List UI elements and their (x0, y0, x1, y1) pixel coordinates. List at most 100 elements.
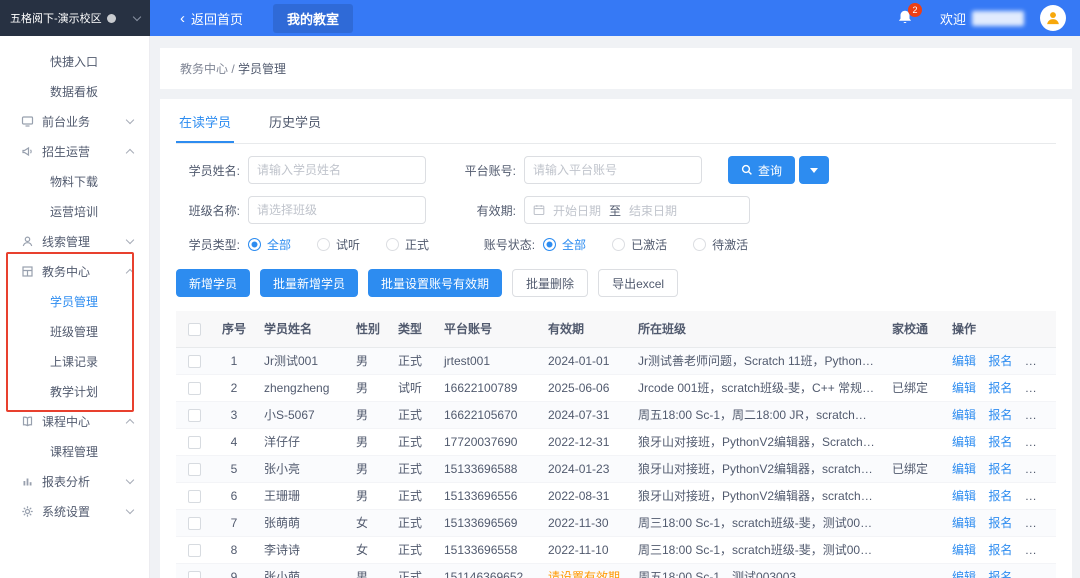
radio-option[interactable]: 已激活 (612, 236, 667, 253)
edit-link[interactable]: 编辑 (952, 489, 976, 503)
row-checkbox[interactable] (188, 544, 201, 557)
header-home-school: 家校通 (884, 311, 944, 347)
row-checkbox[interactable] (188, 571, 201, 578)
radio-option[interactable]: 正式 (386, 236, 429, 253)
more-link[interactable]: 更多 (1025, 408, 1056, 422)
avatar[interactable] (1040, 5, 1066, 31)
student-name-label: 学员姓名: (176, 162, 240, 179)
row-checkbox[interactable] (188, 409, 201, 422)
cell-operations: 编辑 报名 更多 (944, 536, 1056, 563)
sidebar-item-report-analysis[interactable]: 报表分析 (0, 466, 149, 496)
row-checkbox[interactable] (188, 517, 201, 530)
cell-classes: 狼牙山对接班，PythonV2编辑器，scratch班级-斐，Jrcode 鲸鱼… (630, 482, 884, 509)
radio-option[interactable]: 试听 (317, 236, 360, 253)
row-checkbox[interactable] (188, 463, 201, 476)
school-selector-dropdown[interactable]: 五格阅下-演示校区 (0, 0, 150, 36)
edit-link[interactable]: 编辑 (952, 435, 976, 449)
sidebar-item-system-settings[interactable]: 系统设置 (0, 496, 149, 526)
sidebar-item-label: 上课记录 (50, 353, 98, 370)
edit-link[interactable]: 编辑 (952, 354, 976, 368)
enroll-link[interactable]: 报名 (988, 462, 1012, 476)
more-link[interactable]: 更多 (1025, 543, 1056, 557)
tab-item[interactable]: 历史学员 (266, 99, 324, 143)
more-link[interactable]: 更多 (1025, 570, 1056, 578)
select-all-checkbox[interactable] (188, 323, 201, 336)
sidebar-item-academic-center[interactable]: 教务中心 (0, 256, 149, 286)
row-checkbox[interactable] (188, 382, 201, 395)
action-button[interactable]: 批量设置账号有效期 (368, 269, 502, 297)
cell-index: 6 (212, 482, 256, 509)
enroll-link[interactable]: 报名 (988, 489, 1012, 503)
enroll-link[interactable]: 报名 (988, 570, 1012, 578)
gear-icon (20, 504, 34, 518)
school-badge-icon (107, 14, 116, 23)
sidebar-item-label: 前台业务 (42, 113, 90, 130)
enroll-link[interactable]: 报名 (988, 543, 1012, 557)
radio-option[interactable]: 全部 (248, 236, 291, 253)
edit-link[interactable]: 编辑 (952, 408, 976, 422)
edit-link[interactable]: 编辑 (952, 570, 976, 578)
table-row: 1 Jr测试001 男 正式 jrtest001 2024-01-01 Jr测试… (176, 347, 1056, 374)
sidebar-item-label: 招生运营 (42, 143, 90, 160)
sidebar-item-class-management[interactable]: 班级管理 (0, 316, 149, 346)
validity-date-range-picker[interactable]: 开始日期 至 结束日期 (524, 196, 750, 224)
more-link[interactable]: 更多 (1025, 489, 1056, 503)
edit-link[interactable]: 编辑 (952, 516, 976, 530)
back-arrow-icon: ‹ (180, 11, 185, 26)
more-link[interactable]: 更多 (1025, 435, 1056, 449)
row-checkbox[interactable] (188, 490, 201, 503)
tab-item[interactable]: 在读学员 (176, 99, 234, 143)
table-row: 7 张萌萌 女 正式 15133696569 2022-11-30 周三18:0… (176, 509, 1056, 536)
table-row: 3 小S-5067 男 正式 16622105670 2024-07-31 周五… (176, 401, 1056, 428)
search-button[interactable]: 查询 (728, 156, 795, 184)
sidebar-item-admissions[interactable]: 招生运营 (0, 136, 149, 166)
search-dropdown-button[interactable] (799, 156, 829, 184)
edit-link[interactable]: 编辑 (952, 543, 976, 557)
more-label: 更多 (1025, 462, 1049, 476)
radio-option[interactable]: 全部 (543, 236, 586, 253)
more-link[interactable]: 更多 (1025, 516, 1056, 530)
cell-validity: 2024-01-23 (540, 455, 630, 482)
action-button[interactable]: 新增学员 (176, 269, 250, 297)
enroll-link[interactable]: 报名 (988, 354, 1012, 368)
action-button[interactable]: 批量新增学员 (260, 269, 358, 297)
sidebar-item-teaching-plan[interactable]: 教学计划 (0, 376, 149, 406)
header-type: 类型 (390, 311, 436, 347)
radio-option[interactable]: 待激活 (693, 236, 748, 253)
cell-operations: 编辑 报名 更多 (944, 563, 1056, 578)
notifications-button[interactable]: 2 (896, 9, 914, 27)
sidebar-item-course-management[interactable]: 课程管理 (0, 436, 149, 466)
sidebar-item-operations-training[interactable]: 运营培训 (0, 196, 149, 226)
back-home-link[interactable]: ‹ 返回首页 (180, 9, 243, 28)
sidebar-item-course-center[interactable]: 课程中心 (0, 406, 149, 436)
action-button[interactable]: 批量删除 (512, 269, 588, 297)
student-name-input[interactable] (248, 156, 426, 184)
my-classroom-link[interactable]: 我的教室 (273, 4, 353, 33)
platform-account-input[interactable] (524, 156, 702, 184)
radio-label: 试听 (336, 236, 360, 253)
chevron-down-icon (1051, 384, 1056, 391)
sidebar-item-student-management[interactable]: 学员管理 (0, 286, 149, 316)
cell-home-school (884, 347, 944, 374)
edit-link[interactable]: 编辑 (952, 462, 976, 476)
action-button[interactable]: 导出excel (598, 269, 678, 297)
more-link[interactable]: 更多 (1025, 462, 1056, 476)
edit-link[interactable]: 编辑 (952, 381, 976, 395)
more-link[interactable]: 更多 (1025, 381, 1056, 395)
sidebar-item-material-download[interactable]: 物料下载 (0, 166, 149, 196)
sidebar-item-front-desk[interactable]: 前台业务 (0, 106, 149, 136)
sidebar-item-leads[interactable]: 线索管理 (0, 226, 149, 256)
more-link[interactable]: 更多 (1025, 354, 1056, 368)
class-name-input[interactable] (248, 196, 426, 224)
sidebar-item-class-records[interactable]: 上课记录 (0, 346, 149, 376)
cell-home-school (884, 536, 944, 563)
sidebar-item-quick-entry[interactable]: 快捷入口 (0, 46, 149, 76)
row-checkbox[interactable] (188, 436, 201, 449)
row-checkbox[interactable] (188, 355, 201, 368)
enroll-link[interactable]: 报名 (988, 381, 1012, 395)
enroll-link[interactable]: 报名 (988, 435, 1012, 449)
enroll-link[interactable]: 报名 (988, 516, 1012, 530)
sidebar-item-label: 快捷入口 (50, 53, 98, 70)
sidebar-item-dashboard[interactable]: 数据看板 (0, 76, 149, 106)
enroll-link[interactable]: 报名 (988, 408, 1012, 422)
